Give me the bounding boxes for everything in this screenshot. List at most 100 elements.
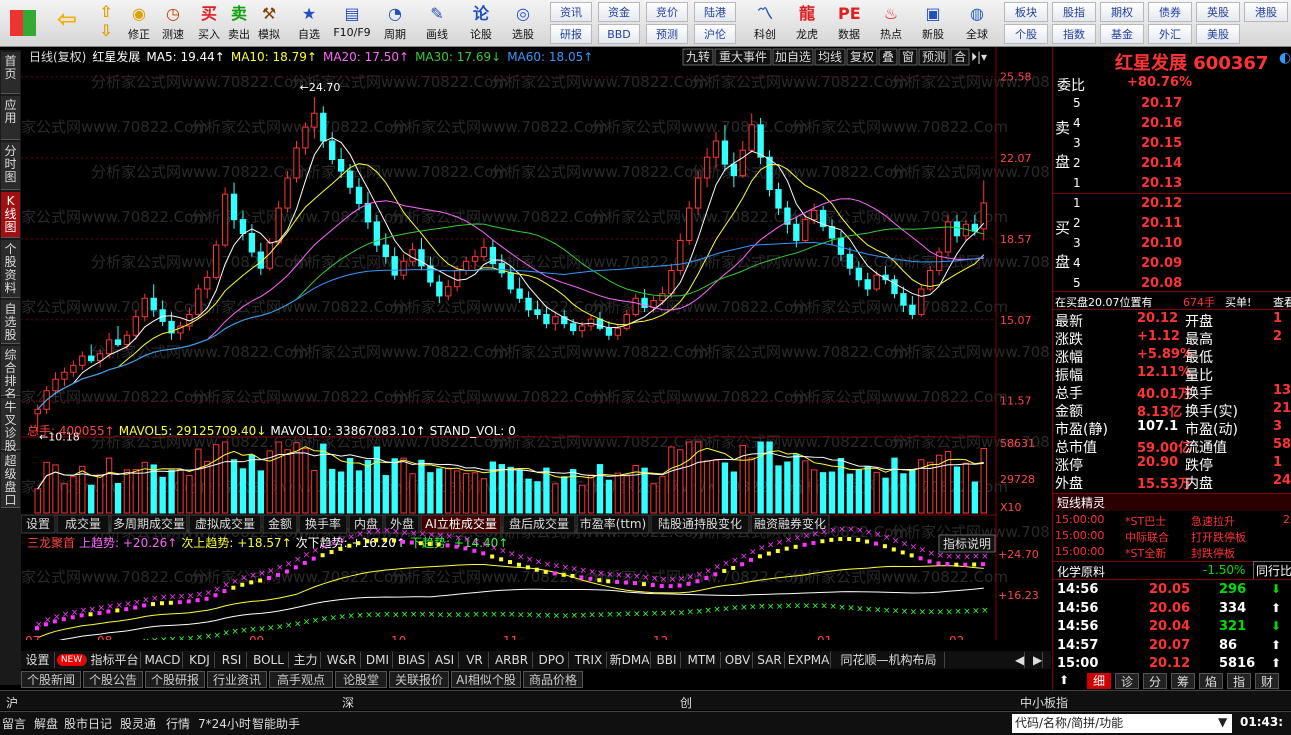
period-button[interactable]: ◔ 周期 [378,2,412,44]
indicator-tab-16[interactable]: 新DMA [609,652,651,668]
market-link-top-3[interactable]: 债券 [1148,2,1192,22]
toolbar-link-top-2[interactable]: 竞价 [646,2,688,22]
tab-scroll-right-icon[interactable]: ▶ [1033,652,1044,668]
left-tab-8[interactable]: 超级盘口 [1,452,20,508]
app-logo[interactable] [4,2,42,44]
news-tab-6[interactable]: 关联报价 [389,671,449,688]
left-tab-3[interactable]: K线图 [1,192,20,238]
quote-tab-0[interactable]: 细 [1087,673,1111,689]
chart-nav-icon[interactable]: ⏵|▾ [971,50,987,64]
indicator-tab-0[interactable]: 设置 [21,652,55,668]
indicator-tab-21[interactable]: EXPMA [787,652,831,668]
toolbar-link-bottom-1[interactable]: BBD [598,24,640,44]
indicator-tab-22[interactable]: 同花顺—机构布局 [833,652,945,668]
dragon-tiger-button[interactable]: 龍龙虎 [790,2,824,44]
market-link-top-1[interactable]: 股指 [1052,2,1096,22]
speed-test-button[interactable]: ◷ 测速 [156,2,190,44]
simulate-button[interactable]: ⚒ 模拟 [252,2,286,44]
market-link-top-2[interactable]: 期权 [1100,2,1144,22]
indicator-tab-6[interactable]: BOLL [249,652,289,668]
toolbar-link-bottom-3[interactable]: 沪伦 [694,24,736,44]
expand-icon[interactable]: ◐ [1279,50,1291,66]
forum-button[interactable]: 论论股 [464,2,498,44]
news-tab-4[interactable]: 高手观点 [269,671,333,688]
quote-tab-5[interactable]: 指 [1227,673,1251,689]
search-input[interactable]: 代码/名称/简拼/功能 [1012,714,1232,733]
indicator-tab-2[interactable]: 指标平台 [89,652,141,668]
hot-button[interactable]: ♨ 热点 [874,2,908,44]
status-item-0[interactable]: 留言 [2,715,26,732]
indicator-tab-13[interactable]: ARBR [491,652,533,668]
indicator-tab-20[interactable]: SAR [755,652,785,668]
indicator-tab-1[interactable]: NEW [57,654,87,666]
draw-line-button[interactable]: ✎ 画线 [420,2,454,44]
market-sh[interactable]: 沪 [6,694,18,711]
quote-tab-4[interactable]: 焰 [1199,673,1223,689]
buy-button[interactable]: 买买入 [192,2,226,44]
indicator-tab-18[interactable]: MTM [683,652,721,668]
industry-compare-link[interactable]: 同行比比 [1253,561,1291,580]
indicator-tab-15[interactable]: TRIX [571,652,607,668]
tab-scroll-left-icon[interactable]: ◀ [1015,652,1026,668]
news-tab-5[interactable]: 论股堂 [335,671,387,688]
market-link-top-0[interactable]: 板块 [1004,2,1048,22]
left-tab-5[interactable]: 自选股 [1,300,20,344]
status-item-2[interactable]: 股市日记 [64,715,112,732]
toolbar-link-bottom-0[interactable]: 研报 [550,24,592,44]
market-link-bottom-3[interactable]: 外汇 [1148,24,1192,44]
sell-button[interactable]: 卖卖出 [222,2,256,44]
market-zxb[interactable]: 中小板指 [1020,694,1068,711]
news-tab-0[interactable]: 个股新闻 [21,671,81,688]
status-item-1[interactable]: 解盘 [34,715,58,732]
quote-tab-3[interactable]: 筹 [1171,673,1195,689]
status-item-4[interactable]: 行情 [166,715,190,732]
left-tab-7[interactable]: 牛叉诊股 [1,398,20,453]
indicator-tab-7[interactable]: 主力 [291,652,321,668]
indicator-tab-9[interactable]: DMI [363,652,393,668]
left-tab-1[interactable]: 应用 [1,96,20,140]
market-link-bottom-0[interactable]: 个股 [1004,24,1048,44]
quote-tab-2[interactable]: 分 [1143,673,1167,689]
status-item-5[interactable]: 7*24小时 [198,715,251,732]
global-button[interactable]: ◍ 全球 [960,2,994,44]
indicator-tab-4[interactable]: KDJ [185,652,215,668]
indicator-tab-17[interactable]: BBI [653,652,681,668]
news-tab-2[interactable]: 个股研报 [145,671,205,688]
quote-tab-6[interactable]: 财 [1255,673,1279,689]
news-tab-8[interactable]: 商品价格 [523,671,583,688]
search-icon[interactable]: ▼ [1218,715,1227,729]
market-link-top-5[interactable]: 港股 [1244,2,1288,22]
news-tab-3[interactable]: 行业资讯 [207,671,267,688]
status-item-3[interactable]: 股灵通 [120,715,156,732]
market-cy[interactable]: 创 [680,694,692,711]
market-link-bottom-2[interactable]: 基金 [1100,24,1144,44]
watchlist-button[interactable]: ★ 自选 [292,2,326,44]
market-link-bottom-1[interactable]: 指数 [1052,24,1096,44]
order-notice-link[interactable]: 查看 [1273,294,1291,310]
back-button[interactable]: ⇦ [50,2,84,44]
indicator-tab-19[interactable]: OBV [723,652,753,668]
toolbar-link-bottom-2[interactable]: 预测 [646,24,688,44]
left-tab-4[interactable]: 个股资料 [1,240,20,298]
stock-picker-button[interactable]: ◎ 选股 [506,2,540,44]
left-tab-2[interactable]: 分时图 [1,142,20,190]
indicator-tab-12[interactable]: VR [461,652,489,668]
data-button[interactable]: PE 数据 [832,2,866,44]
indicator-tab-14[interactable]: DPO [535,652,569,668]
indicator-tab-3[interactable]: MACD [143,652,183,668]
toolbar-link-top-0[interactable]: 资讯 [550,2,592,22]
new-stock-button[interactable]: ▣ 新股 [916,2,950,44]
left-tab-0[interactable]: 首页 [1,52,20,94]
indicator-tab-8[interactable]: W&R [323,652,361,668]
market-sz[interactable]: 深 [342,694,354,711]
market-link-top-4[interactable]: 英股 [1196,2,1240,22]
quote-scroll-up-icon[interactable]: ⬆ [1059,673,1069,687]
news-tab-1[interactable]: 个股公告 [83,671,143,688]
sci-tech-button[interactable]: 〽科创 [748,2,782,44]
indicator-tab-5[interactable]: RSI [217,652,247,668]
modify-button[interactable]: ◉ 修正 [122,2,156,44]
left-tab-6[interactable]: 综合排名 [1,346,20,401]
indicator-tab-10[interactable]: BIAS [395,652,429,668]
quote-tab-1[interactable]: 诊 [1115,673,1139,689]
toolbar-link-top-1[interactable]: 资金 [598,2,640,22]
